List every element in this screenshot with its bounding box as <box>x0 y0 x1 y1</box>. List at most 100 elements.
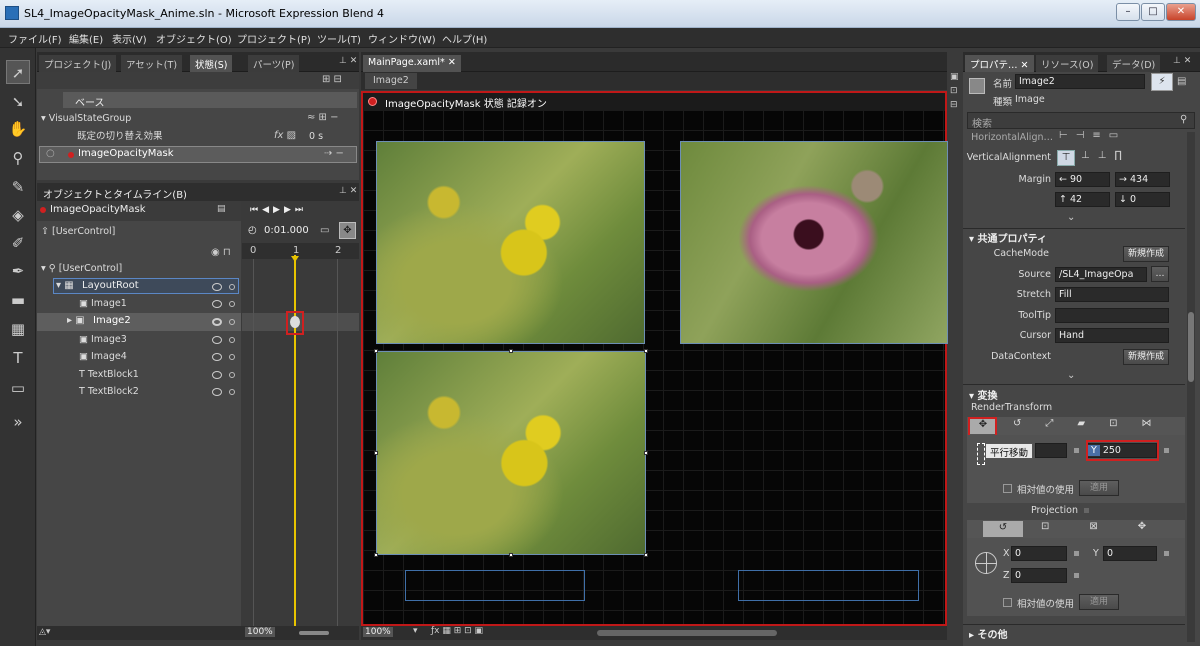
tab-states[interactable]: 状態(S) <box>190 55 233 72</box>
view-toggle-icons[interactable]: ▣ ⊡ ⊟ <box>950 70 959 112</box>
name-input[interactable]: Image2 <box>1015 74 1145 89</box>
image1-photo[interactable] <box>376 141 645 344</box>
projection-tabs-icons[interactable]: ⊡⊠✥ <box>1041 521 1186 532</box>
image3-photo[interactable] <box>376 351 646 555</box>
transform-tabs-icons[interactable]: ↺⤢▰⊡⋈ <box>1013 418 1175 429</box>
easing-function-icon[interactable]: fx ▨ <box>274 130 296 141</box>
search-icon[interactable]: ⚲ <box>1180 114 1187 125</box>
event-handlers-icon[interactable]: ⚡ <box>1151 73 1173 91</box>
halign-buttons[interactable]: ⊢⊣≡▭ <box>1059 130 1126 141</box>
cachemode-new-button[interactable]: 新規作成 <box>1123 246 1169 262</box>
textblock2-eye-icon[interactable] <box>212 388 222 396</box>
maximize-button[interactable]: □ <box>1141 3 1165 21</box>
menu-help[interactable]: ヘルプ(H) <box>442 31 487 46</box>
artboard[interactable]: ImageOpacityMask 状態 記録オン <box>361 91 948 626</box>
brush-tool-icon[interactable]: ✐ <box>6 231 30 255</box>
advanced-options-icon[interactable] <box>1164 448 1169 453</box>
image4-photo[interactable] <box>680 141 948 344</box>
tree-item-textblock1[interactable]: T TextBlock1 <box>79 366 139 383</box>
menu-window[interactable]: ウィンドウ(W) <box>368 31 436 46</box>
common-properties-header[interactable]: ▾ 共通プロパティ <box>969 230 1047 245</box>
advanced-options-icon[interactable] <box>1084 508 1089 513</box>
state-radio-icon[interactable]: ○ <box>46 148 55 159</box>
close-button[interactable]: ✕ <box>1166 3 1196 21</box>
tab-data[interactable]: データ(D) <box>1107 55 1161 72</box>
menu-view[interactable]: 表示(V) <box>112 31 147 46</box>
margin-top-input[interactable]: ↑ 42 <box>1055 192 1110 207</box>
selection-handle[interactable] <box>509 553 513 557</box>
layout-expand-icon[interactable]: ⌄ <box>1067 212 1075 223</box>
show-all-eye-icon[interactable]: ◉ ⊓ <box>211 247 231 258</box>
relative-checkbox[interactable] <box>1003 484 1012 493</box>
projection-x-input[interactable]: 0 <box>1011 546 1067 561</box>
projection-rotate-tab-icon[interactable]: ↺ <box>983 521 1023 537</box>
properties-scrollbar[interactable] <box>1187 132 1195 642</box>
image1-lock-icon[interactable] <box>229 301 235 307</box>
objects-pin-icon[interactable]: ⊥ ✕ <box>339 186 357 196</box>
projection-apply-button[interactable]: 適用 <box>1079 594 1119 610</box>
controls-tool-icon[interactable]: ▭ <box>6 376 30 400</box>
image4-lock-icon[interactable] <box>229 354 235 360</box>
tab-resources[interactable]: リソース(O) <box>1036 55 1099 72</box>
property-search[interactable]: 検索 ⚲ <box>967 112 1195 130</box>
image2-lock-icon[interactable] <box>229 319 235 325</box>
add-keyframe-button[interactable]: ✥ <box>339 222 356 239</box>
properties-scroll-thumb[interactable] <box>1188 312 1194 382</box>
textblock2-outline[interactable] <box>738 570 919 601</box>
selection-handle[interactable] <box>509 349 513 353</box>
image1-eye-icon[interactable] <box>212 300 222 308</box>
storyboard-label[interactable]: ImageOpacityMask <box>50 204 146 215</box>
tree-item-textblock2[interactable]: T TextBlock2 <box>79 383 139 400</box>
selection-handle[interactable] <box>644 553 648 557</box>
storyboard-options-icon[interactable]: ▤ <box>217 204 226 214</box>
datacontext-new-button[interactable]: 新規作成 <box>1123 349 1169 365</box>
image4-eye-icon[interactable] <box>212 353 222 361</box>
common-expand-icon[interactable]: ⌄ <box>1067 370 1075 381</box>
timeline-options-icon[interactable]: ◬▾ <box>39 627 50 637</box>
projection-y-input[interactable]: 0 <box>1103 546 1157 561</box>
image3-lock-icon[interactable] <box>229 337 235 343</box>
projection-z-input[interactable]: 0 <box>1011 568 1067 583</box>
selection-handle[interactable] <box>644 349 648 353</box>
translate-x-input[interactable] <box>1035 443 1067 458</box>
playback-controls[interactable]: ⏮◀▶▶⏭ <box>250 205 307 215</box>
artboard-options-icons[interactable]: ƒx ▦ ⊞ ⊡ ▣ <box>431 626 483 636</box>
margin-left-input[interactable]: ← 90 <box>1055 172 1110 187</box>
advanced-options-icon[interactable] <box>1074 573 1079 578</box>
menu-project[interactable]: プロジェクト(P) <box>237 31 311 46</box>
selection-handle[interactable] <box>374 451 378 455</box>
horizontal-scrollbar[interactable] <box>597 630 777 636</box>
textblock1-lock-icon[interactable] <box>229 372 235 378</box>
paint-bucket-tool-icon[interactable]: ◈ <box>6 203 30 227</box>
artboard-zoom[interactable]: 100% <box>363 627 393 637</box>
direct-selection-tool-icon[interactable]: ➘ <box>6 90 30 114</box>
grid-tool-icon[interactable]: ▦ <box>6 317 30 341</box>
pen-tool-icon[interactable]: ✒ <box>6 259 30 283</box>
margin-bottom-input[interactable]: ↓ 0 <box>1115 192 1170 207</box>
base-state-row[interactable]: ベース <box>63 92 357 109</box>
rectangle-tool-icon[interactable]: ▬ <box>6 288 30 312</box>
tree-item-image2[interactable]: ▸ ▣ Image2 <box>37 313 241 331</box>
pin-icon[interactable]: ⊥ ✕ <box>339 56 357 66</box>
tab-project[interactable]: プロジェクト(J) <box>39 55 117 72</box>
advanced-options-icon[interactable] <box>1074 448 1079 453</box>
tree-item-image4[interactable]: ▣ Image4 <box>79 348 127 365</box>
minimize-button[interactable]: – <box>1116 3 1140 21</box>
tree-item-image3[interactable]: ▣ Image3 <box>79 331 127 348</box>
cursor-dropdown[interactable]: Hand <box>1055 328 1169 343</box>
text-tool-icon[interactable]: T <box>6 346 30 370</box>
tooltip-input[interactable] <box>1055 308 1169 323</box>
zoom-tool-icon[interactable]: ⚲ <box>6 146 30 170</box>
playhead-handle[interactable] <box>291 256 299 262</box>
state-row-imageopacitymask[interactable]: ○ ImageOpacityMask ⇢ − <box>39 146 357 163</box>
state-group-tools-icon[interactable]: ≈ ⊞ − <box>307 112 339 123</box>
tree-item-usercontrol[interactable]: ▾ ⚲ [UserControl] <box>41 260 122 277</box>
textblock1-outline[interactable] <box>405 570 585 601</box>
timeline-zoom-slider[interactable] <box>299 631 329 635</box>
assets-expander-icon[interactable]: » <box>6 410 30 434</box>
advanced-options-icon[interactable] <box>1164 551 1169 556</box>
state-transition-icon[interactable]: ⇢ − <box>324 148 344 159</box>
menu-file[interactable]: ファイル(F) <box>8 31 62 46</box>
layoutroot-lock-icon[interactable] <box>229 284 235 290</box>
eyedropper-tool-icon[interactable]: ✎ <box>6 175 30 199</box>
